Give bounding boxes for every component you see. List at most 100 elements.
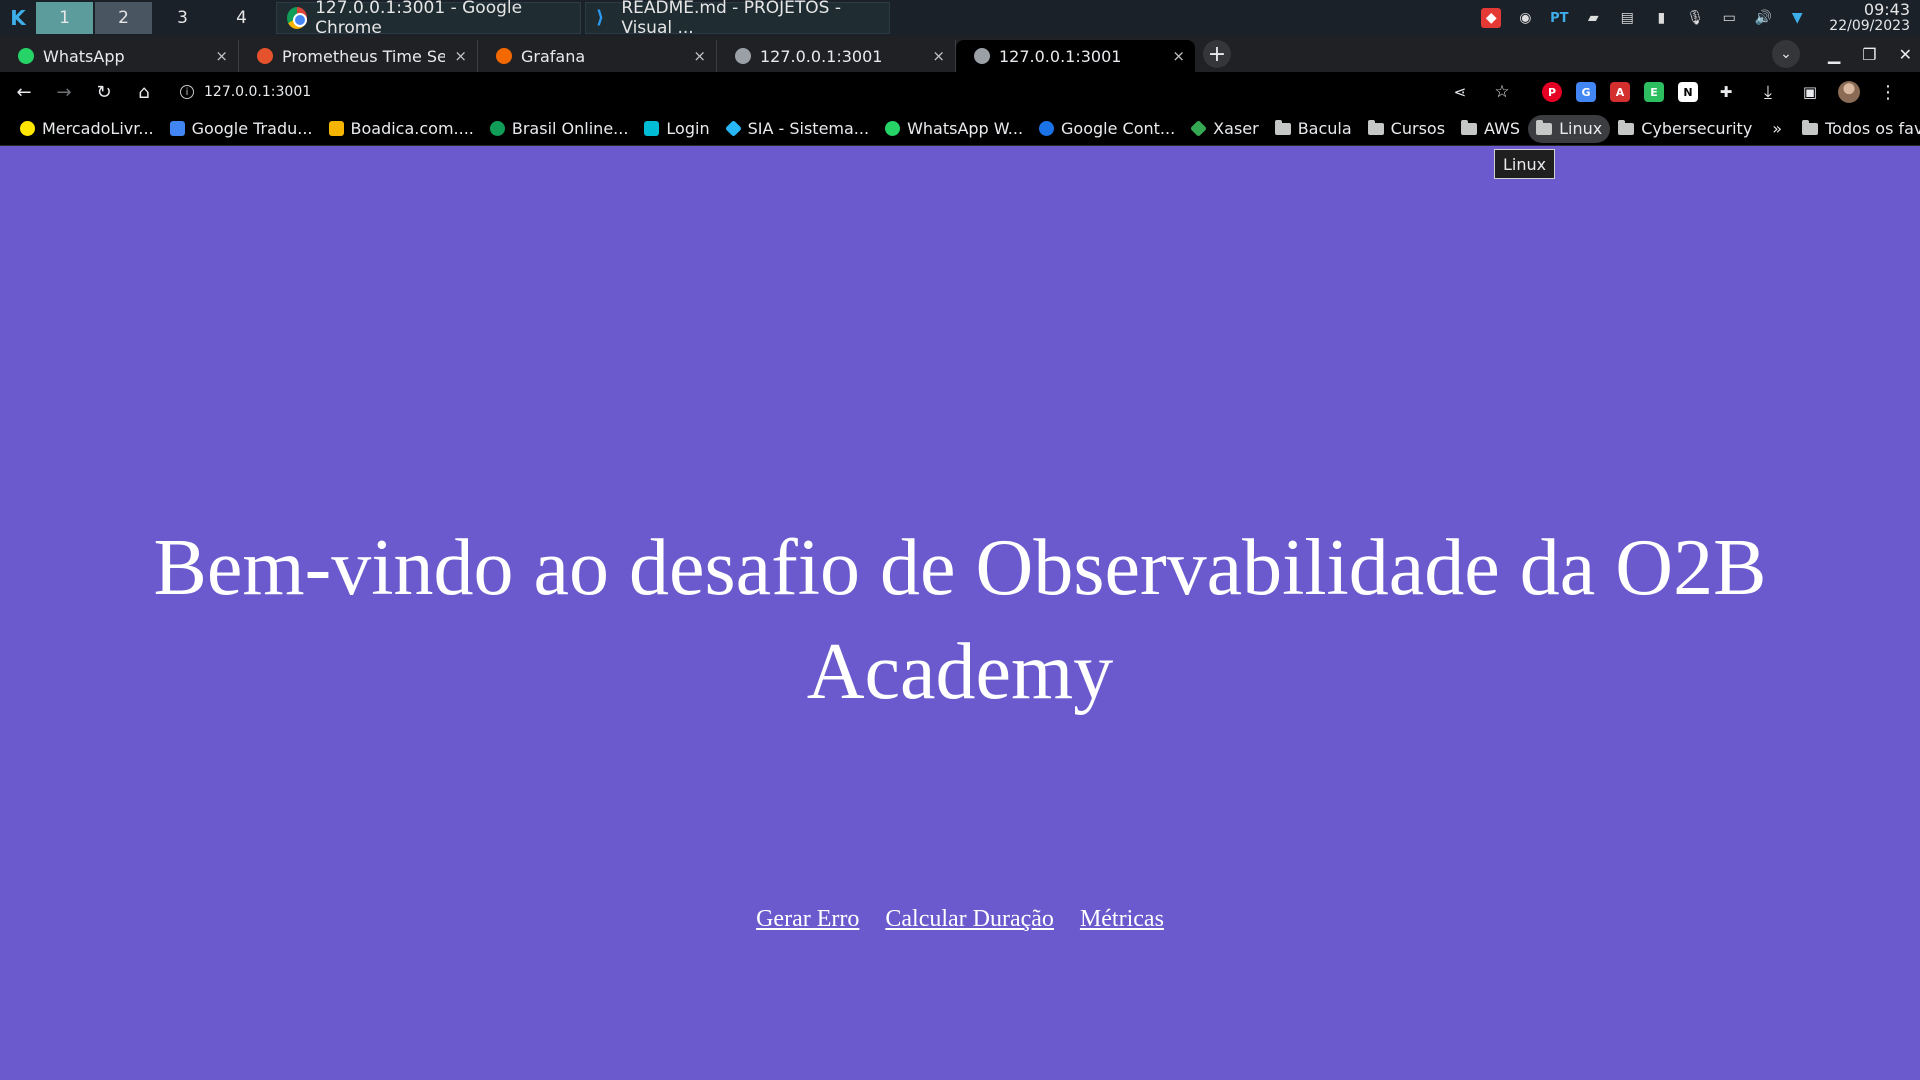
bookmark-folder-label: Todos os favoritos — [1825, 119, 1920, 138]
pinterest-extension-icon[interactable]: P — [1542, 82, 1562, 102]
address-bar-url[interactable]: 127.0.0.1:3001 — [204, 84, 311, 100]
more-bookmarks-chevron-icon[interactable]: » — [1772, 119, 1782, 138]
home-icon[interactable]: ⌂ — [130, 78, 158, 106]
task-label: README.md - PROJETOS - Visual ... — [621, 0, 841, 38]
grafana-favicon-icon — [496, 48, 512, 64]
bookmark-xaser[interactable]: Xaser — [1183, 115, 1267, 143]
bookmark-label: Boadica.com.... — [350, 119, 474, 138]
google-translate-extension-icon[interactable]: G — [1576, 82, 1596, 102]
app-tray-icon[interactable]: ▰ — [1583, 8, 1603, 28]
workspace-2[interactable]: 2 — [95, 2, 152, 34]
address-bar[interactable]: i 127.0.0.1:3001 ⋖ ☆ — [170, 77, 1530, 107]
page-links: Gerar Erro Calcular Duração Métricas — [0, 906, 1920, 933]
tab-prometheus[interactable]: Prometheus Time Serie × — [239, 40, 478, 72]
bookmark-folder-label: Cybersecurity — [1641, 119, 1753, 138]
keyboard-layout-indicator[interactable]: PT — [1549, 8, 1569, 28]
prometheus-favicon-icon — [257, 48, 273, 64]
bookmark-sia[interactable]: SIA - Sistema... — [718, 115, 877, 143]
forward-icon[interactable]: → — [50, 78, 78, 106]
display-icon[interactable]: ▭ — [1719, 8, 1739, 28]
bookmark-folder-label: Cursos — [1390, 119, 1446, 138]
metricas-link[interactable]: Métricas — [1080, 906, 1164, 933]
bookmark-label: Login — [666, 119, 710, 138]
tab-grafana[interactable]: Grafana × — [478, 40, 717, 72]
chrome-menu-icon[interactable]: ⋮ — [1874, 78, 1902, 106]
tray-expand-icon[interactable]: ▼ — [1787, 8, 1807, 28]
microphone-icon[interactable]: 🎙 — [1685, 8, 1705, 28]
bookmark-label: WhatsApp W... — [907, 119, 1024, 138]
notion-extension-icon[interactable]: N — [1678, 82, 1698, 102]
globe-favicon-icon — [974, 48, 990, 64]
bookmark-google-contacts[interactable]: Google Cont... — [1031, 115, 1183, 143]
close-tab-icon[interactable]: × — [693, 47, 706, 65]
close-tab-icon[interactable]: × — [1172, 47, 1185, 65]
taskbar-task-vscode[interactable]: ⟩ README.md - PROJETOS - Visual ... — [585, 0, 890, 38]
pdf-extension-icon[interactable]: A — [1610, 82, 1630, 102]
bookmark-mercadolivre[interactable]: MercadoLivr... — [12, 115, 162, 143]
workspace-1[interactable]: 1 — [36, 2, 93, 34]
taskbar-task-chrome[interactable]: 127.0.0.1:3001 - Google Chrome — [276, 0, 581, 38]
bookmark-folder-cybersecurity[interactable]: Cybersecurity — [1610, 115, 1760, 143]
minimize-icon[interactable]: ▁ — [1828, 45, 1840, 64]
anydesk-icon[interactable]: ◆ — [1481, 8, 1502, 28]
bookmark-star-icon[interactable]: ☆ — [1488, 78, 1516, 106]
restore-icon[interactable]: ❐ — [1862, 45, 1876, 64]
record-icon[interactable]: ◉ — [1515, 8, 1535, 28]
vscode-icon: ⟩ — [596, 7, 605, 28]
new-tab-button[interactable]: + — [1203, 40, 1231, 68]
bookmark-folder-bacula[interactable]: Bacula — [1267, 115, 1360, 143]
bookmark-folder-linux[interactable]: Linux — [1528, 114, 1611, 143]
clock[interactable]: 09:43 22/09/2023 — [1829, 2, 1910, 35]
profile-avatar[interactable] — [1838, 81, 1860, 103]
bookmark-folder-all[interactable]: Todos os favoritos — [1794, 115, 1920, 143]
google-translate-icon — [169, 121, 185, 136]
whatsapp-favicon-icon — [18, 48, 34, 64]
workspace-4[interactable]: 4 — [213, 2, 270, 34]
tab-title: 127.0.0.1:3001 — [760, 46, 883, 66]
tab-localhost[interactable]: 127.0.0.1:3001 × — [717, 40, 956, 72]
tab-whatsapp[interactable]: WhatsApp × — [0, 40, 239, 72]
mercadolivre-icon — [20, 121, 35, 136]
tab-localhost-active[interactable]: 127.0.0.1:3001 × — [956, 40, 1195, 72]
bookmark-folder-cursos[interactable]: Cursos — [1360, 115, 1453, 143]
bookmark-folder-aws[interactable]: AWS — [1453, 115, 1528, 143]
clipboard-icon[interactable]: ▤ — [1617, 8, 1637, 28]
bookmark-brasil-online[interactable]: Brasil Online... — [482, 115, 637, 143]
bookmark-google-tradutor[interactable]: Google Tradu... — [162, 115, 321, 143]
xaser-icon — [1190, 120, 1208, 137]
back-icon[interactable]: ← — [10, 78, 38, 106]
close-window-icon[interactable]: ✕ — [1899, 45, 1912, 64]
extensions-puzzle-icon[interactable]: ✚ — [1712, 78, 1740, 106]
site-info-icon[interactable]: i — [180, 85, 194, 99]
workspace-3[interactable]: 3 — [154, 2, 211, 34]
omnibox-actions: ⋖ ☆ — [1446, 78, 1516, 106]
close-tab-icon[interactable]: × — [932, 47, 945, 65]
gerar-erro-link[interactable]: Gerar Erro — [756, 906, 859, 933]
tab-search-icon[interactable]: ⌄ — [1771, 40, 1800, 68]
bookmark-folder-label: Linux — [1559, 119, 1603, 138]
volume-icon[interactable]: 🔊 — [1753, 8, 1773, 28]
system-taskbar: K 1 2 3 4 127.0.0.1:3001 - Google Chrome… — [0, 0, 1920, 38]
evernote-extension-icon[interactable]: E — [1644, 82, 1664, 102]
folder-icon — [1461, 119, 1478, 135]
reload-icon[interactable]: ↻ — [90, 78, 118, 106]
bookmark-label: Google Tradu... — [191, 119, 313, 138]
kde-launcher-icon[interactable]: K — [0, 0, 36, 36]
bookmark-whatsapp-web[interactable]: WhatsApp W... — [877, 115, 1031, 143]
battery-icon[interactable]: ▮ — [1651, 8, 1671, 28]
bookmark-label: SIA - Sistema... — [747, 119, 870, 138]
boadica-icon — [328, 121, 344, 136]
side-panel-icon[interactable]: ▣ — [1796, 78, 1824, 106]
globe-favicon-icon — [735, 48, 751, 64]
folder-icon — [1536, 119, 1553, 135]
bookmark-login[interactable]: Login — [636, 115, 717, 143]
close-tab-icon[interactable]: × — [454, 47, 467, 65]
bookmark-boadica[interactable]: Boadica.com.... — [321, 115, 482, 143]
system-tray: ◆ ◉ PT ▰ ▤ ▮ 🎙 ▭ 🔊 ▼ 09:43 22/09/2023 — [1481, 0, 1920, 36]
calcular-duracao-link[interactable]: Calcular Duração — [885, 906, 1054, 933]
download-icon[interactable]: ⤓ — [1754, 78, 1782, 106]
share-icon[interactable]: ⋖ — [1446, 78, 1474, 106]
folder-icon — [1274, 119, 1291, 135]
close-tab-icon[interactable]: × — [215, 47, 228, 65]
bookmark-label: Google Cont... — [1061, 119, 1176, 138]
